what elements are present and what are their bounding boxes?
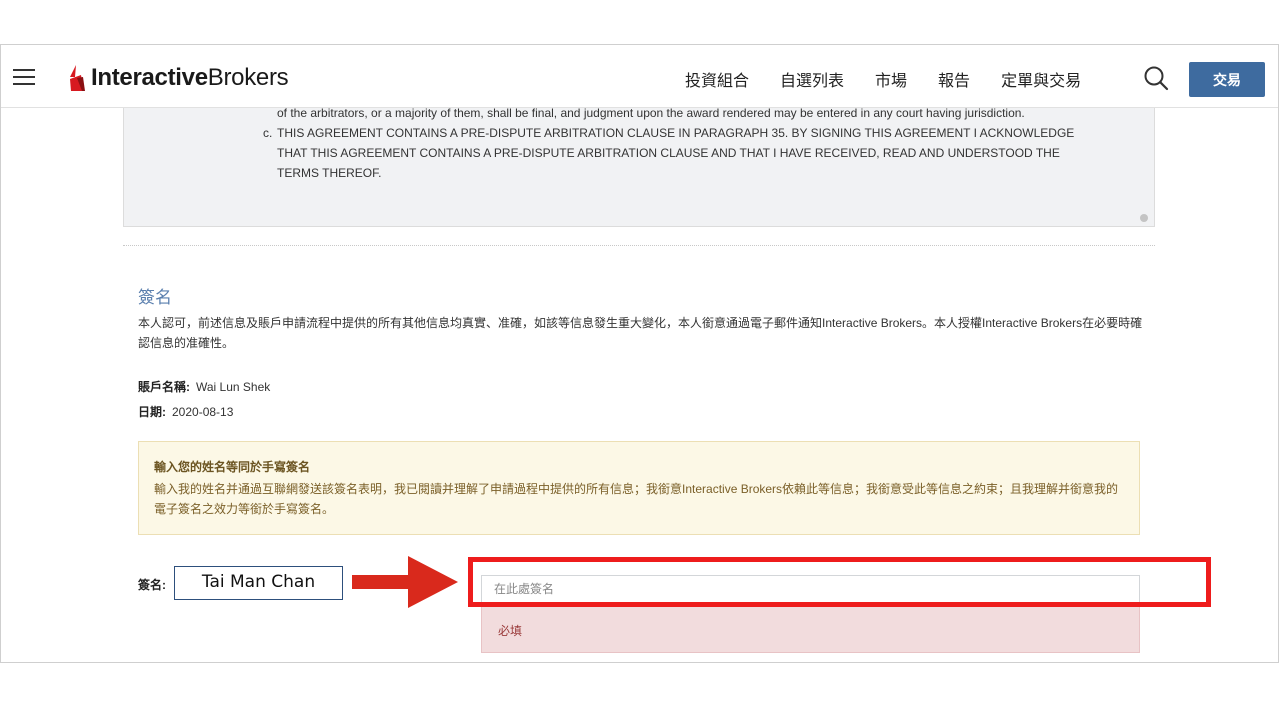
example-name-callout: Tai Man Chan <box>174 566 343 600</box>
section-divider <box>123 245 1155 246</box>
highlight-rectangle <box>468 557 1211 607</box>
nav-portfolio[interactable]: 投資組合 <box>685 67 749 91</box>
scrollbar-thumb[interactable] <box>1140 214 1148 222</box>
ib-logo-icon <box>70 65 85 91</box>
account-name-label: 賬戶名稱: <box>138 380 190 394</box>
date-value: 2020-08-13 <box>172 405 234 419</box>
agreement-list-marker: c. <box>263 126 273 140</box>
arrow-shape <box>352 556 458 608</box>
agreement-line: THIS AGREEMENT CONTAINS A PRE-DISPUTE AR… <box>277 126 1075 140</box>
date-row: 日期: 2020-08-13 <box>138 403 233 420</box>
top-navigation-bar: InteractiveBrokers 投資組合 自選列表 市場 報告 定單與交易… <box>1 45 1278 108</box>
notice-body: 輸入我的姓名并通過互聯網發送該簽名表明，我已閱讀并理解了申請過程中提供的所有信息… <box>154 482 1119 516</box>
signature-description: 本人認可，前述信息及賬戶申請流程中提供的所有其他信息均真實、准確，如該等信息發生… <box>138 316 1143 350</box>
required-error-message: 必填 <box>481 605 1140 653</box>
agreement-text-box[interactable]: of the arbitrators, or a majority of the… <box>123 87 1155 227</box>
nav-watchlist[interactable]: 自選列表 <box>780 67 844 91</box>
agreement-line: TERMS THEREOF. <box>277 166 382 180</box>
search-icon[interactable] <box>1143 65 1169 91</box>
interactive-brokers-logo[interactable]: InteractiveBrokers <box>67 63 289 93</box>
account-name-value: Wai Lun Shek <box>196 380 271 394</box>
hamburger-menu-icon[interactable] <box>13 69 35 85</box>
main-nav: 投資組合 自選列表 市場 報告 定單與交易 <box>685 67 1112 91</box>
agreement-line: of the arbitrators, or a majority of the… <box>277 106 1025 120</box>
nav-reports[interactable]: 報告 <box>938 67 970 91</box>
nav-orders-trades[interactable]: 定單與交易 <box>1001 67 1081 91</box>
account-name-row: 賬戶名稱: Wai Lun Shek <box>138 378 270 395</box>
date-label: 日期: <box>138 405 166 419</box>
signature-section-title: 簽名 <box>138 288 172 307</box>
nav-market[interactable]: 市場 <box>875 67 907 91</box>
signature-notice-box: 輸入您的姓名等同於手寫簽名 輸入我的姓名并通過互聯網發送該簽名表明，我已閱讀并理… <box>138 441 1140 535</box>
trade-button[interactable]: 交易 <box>1189 62 1265 97</box>
logo-text: InteractiveBrokers <box>91 64 289 91</box>
notice-title: 輸入您的姓名等同於手寫簽名 <box>154 460 311 474</box>
agreement-line: THAT THIS AGREEMENT CONTAINS A PRE-DISPU… <box>277 146 1060 160</box>
right-arrow-icon <box>352 556 458 608</box>
signature-field-label: 簽名: <box>138 578 166 592</box>
required-text: 必填 <box>498 624 523 638</box>
